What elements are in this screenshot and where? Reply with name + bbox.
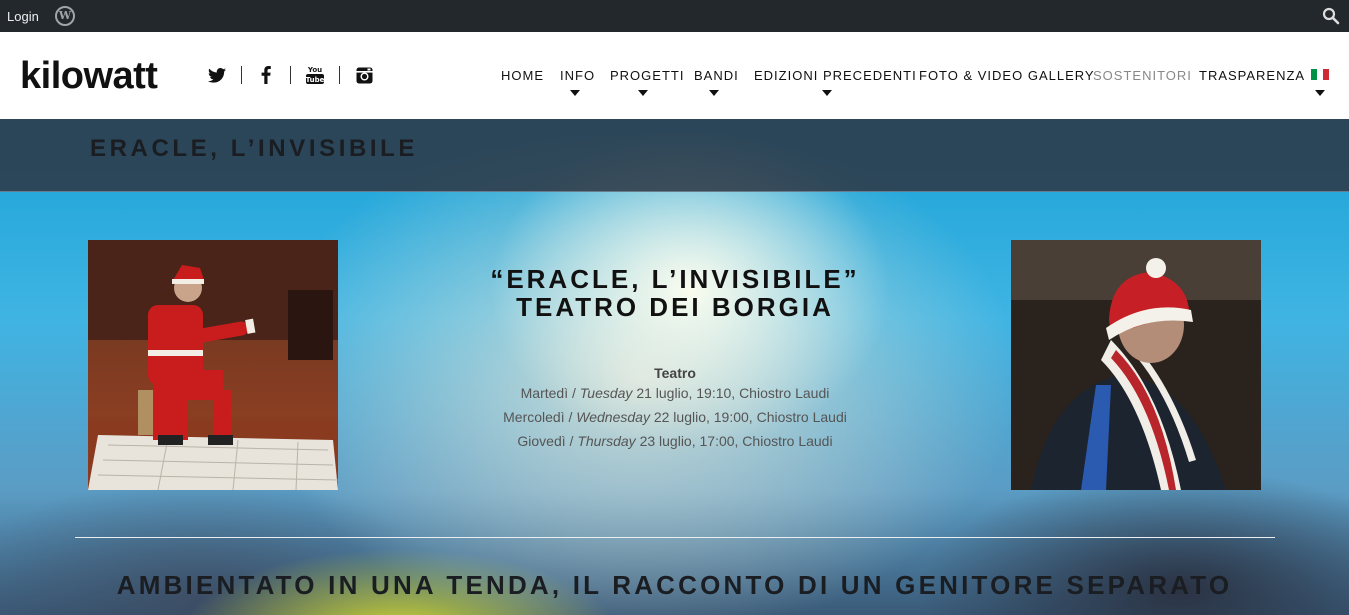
schedule-line: Mercoledì / Wednesday 22 luglio, 19:00, … (420, 405, 930, 429)
day-it: Martedì / (520, 385, 576, 401)
date-place: 22 luglio, 19:00, Chiostro Laudi (653, 409, 847, 425)
date-place: 21 luglio, 19:10, Chiostro Laudi (636, 385, 830, 401)
main-navigation: HOME INFO PROGETTI BANDI EDIZIONI PRECED… (0, 32, 1349, 119)
show-category: Teatro (654, 365, 696, 381)
nav-item-bandi[interactable]: BANDI (694, 68, 739, 83)
show-photo-left (88, 240, 338, 490)
chevron-down-icon[interactable] (570, 90, 580, 96)
nav-item-edizioni-precedenti[interactable]: EDIZIONI PRECEDENTI (754, 68, 917, 83)
site-header: kilowatt You Tube HOME INFO PROGETTI BAN… (0, 32, 1349, 119)
day-en: Thursday (577, 433, 636, 449)
chevron-down-icon[interactable] (822, 90, 832, 96)
admin-bar: Login W (0, 0, 1349, 32)
show-info: “ERACLE, L’INVISIBILE” TEATRO DEI BORGIA… (420, 265, 930, 453)
hero-section: ERACLE, L’INVISIBILE “ERACLE, L’INVISIBI… (0, 119, 1349, 615)
wordpress-icon[interactable]: W (55, 6, 75, 26)
schedule-line: Martedì / Tuesday 21 luglio, 19:10, Chio… (420, 381, 930, 405)
day-en: Tuesday (579, 385, 633, 401)
italian-flag-icon[interactable] (1311, 69, 1329, 80)
show-title: “ERACLE, L’INVISIBILE” (490, 264, 860, 294)
date-place: 23 luglio, 17:00, Chiostro Laudi (639, 433, 833, 449)
day-en: Wednesday (576, 409, 650, 425)
nav-item-info[interactable]: INFO (560, 68, 595, 83)
section-subtitle: AMBIENTATO IN UNA TENDA, IL RACCONTO DI … (116, 570, 1233, 600)
chevron-down-icon[interactable] (638, 90, 648, 96)
day-it: Mercoledì / (503, 409, 573, 425)
page-title: ERACLE, L’INVISIBILE (90, 135, 419, 162)
page-title-bar: ERACLE, L’INVISIBILE (0, 119, 1349, 192)
section-divider (75, 537, 1275, 538)
show-company: TEATRO DEI BORGIA (516, 292, 834, 322)
search-icon[interactable] (1322, 7, 1340, 25)
nav-item-trasparenza[interactable]: TRASPARENZA (1199, 68, 1305, 83)
chevron-down-icon[interactable] (1315, 90, 1325, 96)
nav-item-home[interactable]: HOME (501, 68, 544, 83)
chevron-down-icon[interactable] (709, 90, 719, 96)
show-photo-right (1011, 240, 1261, 490)
nav-item-progetti[interactable]: PROGETTI (610, 68, 684, 83)
nav-item-sostenitori[interactable]: SOSTENITORI (1093, 68, 1192, 83)
schedule-line: Giovedì / Thursday 23 luglio, 17:00, Chi… (420, 429, 930, 453)
nav-item-foto-video-gallery[interactable]: FOTO & VIDEO GALLERY (919, 68, 1095, 83)
day-it: Giovedì / (517, 433, 574, 449)
login-link[interactable]: Login (7, 9, 39, 24)
